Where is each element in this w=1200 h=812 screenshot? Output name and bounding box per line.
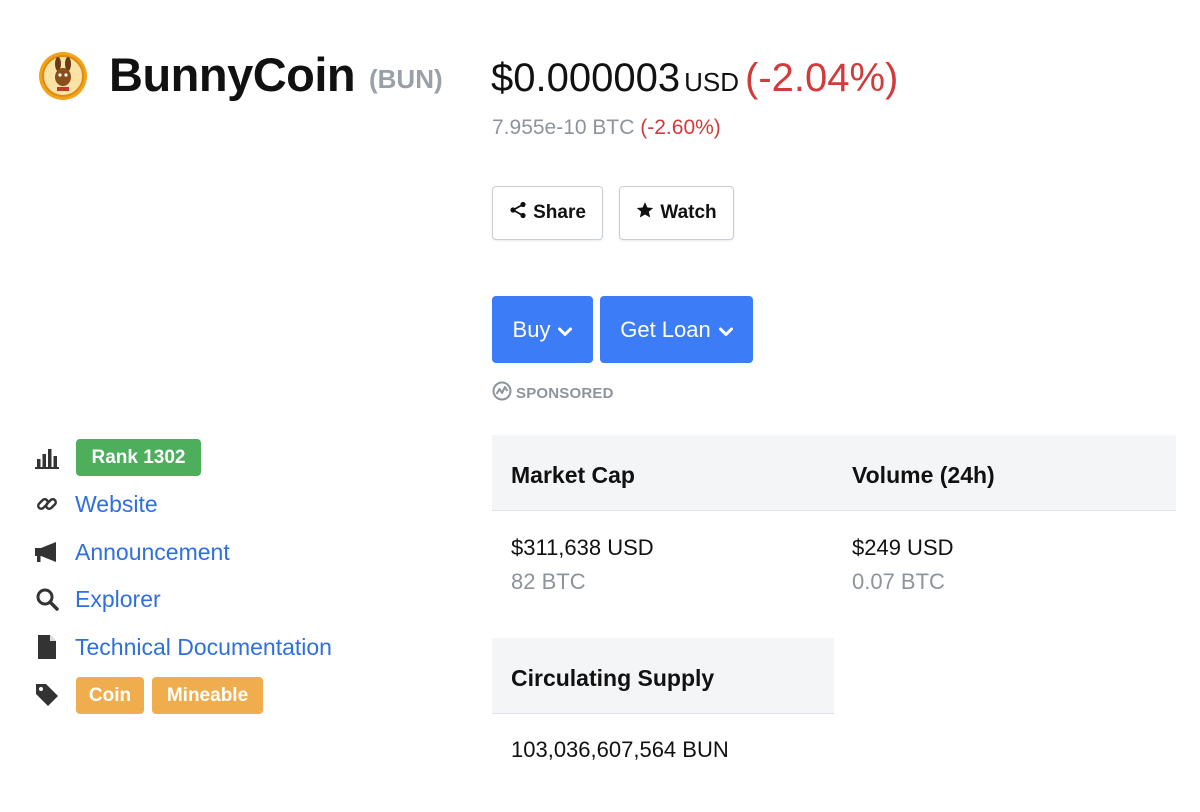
- tag-icon: [34, 682, 60, 708]
- market-cap-header: Market Cap: [511, 462, 635, 488]
- announcement-link[interactable]: Announcement: [75, 539, 230, 566]
- price-value: $0.000003: [491, 56, 681, 100]
- sidebar-item-website[interactable]: Website: [34, 491, 158, 517]
- rank-badge: Rank 1302: [76, 439, 201, 476]
- share-icon: [509, 201, 527, 225]
- watch-button[interactable]: Watch: [619, 186, 734, 240]
- tag-mineable[interactable]: Mineable: [152, 677, 263, 714]
- rank-row: [34, 445, 60, 471]
- chevron-down-icon: [558, 317, 573, 343]
- explorer-link[interactable]: Explorer: [75, 586, 161, 613]
- bar-chart-icon: [34, 445, 60, 471]
- coinmarketcap-logo-icon: [492, 381, 512, 405]
- sidebar-item-technical-documentation[interactable]: Technical Documentation: [34, 634, 332, 660]
- sidebar-item-announcement[interactable]: Announcement: [34, 539, 230, 565]
- coin-logo: [38, 51, 88, 101]
- tags-row: [34, 682, 60, 708]
- search-icon: [34, 586, 60, 612]
- megaphone-icon: [34, 539, 60, 565]
- price-change: (-2.04%): [745, 56, 899, 100]
- sidebar-item-explorer[interactable]: Explorer: [34, 586, 161, 612]
- star-icon: [636, 201, 654, 225]
- market-cap-usd: $311,638 USD: [511, 535, 654, 560]
- buy-label: Buy: [512, 316, 551, 342]
- coin-name: BunnyCoin: [109, 48, 356, 101]
- price-currency: USD: [684, 67, 739, 97]
- price-display: $0.000003 USD (-2.04%): [491, 56, 898, 101]
- volume-usd: $249 USD: [852, 535, 954, 560]
- website-link[interactable]: Website: [75, 491, 158, 518]
- get-loan-button[interactable]: Get Loan: [600, 296, 753, 363]
- volume-header: Volume (24h): [852, 462, 995, 488]
- sponsored-label: SPONSORED: [492, 381, 614, 405]
- get-loan-label: Get Loan: [620, 316, 711, 342]
- btc-price-value: 7.955e-10 BTC: [492, 116, 635, 139]
- supply-header: Circulating Supply: [492, 638, 834, 714]
- circulating-supply-value: 103,036,607,564 BUN: [511, 737, 729, 762]
- btc-price: 7.955e-10 BTC (-2.60%): [492, 116, 721, 140]
- watch-label: Watch: [660, 202, 717, 223]
- chevron-down-icon: [718, 317, 733, 343]
- volume-btc: 0.07 BTC: [852, 569, 945, 594]
- technical-documentation-link[interactable]: Technical Documentation: [75, 634, 332, 661]
- link-icon: [34, 491, 60, 517]
- document-icon: [34, 634, 60, 660]
- sponsored-text: SPONSORED: [516, 384, 614, 402]
- share-label: Share: [533, 202, 586, 223]
- market-cap-btc: 82 BTC: [511, 569, 586, 594]
- btc-price-change: (-2.60%): [640, 116, 721, 139]
- share-button[interactable]: Share: [492, 186, 603, 240]
- stats-header: Market Cap Volume (24h): [492, 435, 1176, 511]
- coin-symbol: (BUN): [369, 64, 443, 94]
- tag-coin[interactable]: Coin: [76, 677, 144, 714]
- circulating-supply-header: Circulating Supply: [511, 665, 715, 691]
- buy-button[interactable]: Buy: [492, 296, 593, 363]
